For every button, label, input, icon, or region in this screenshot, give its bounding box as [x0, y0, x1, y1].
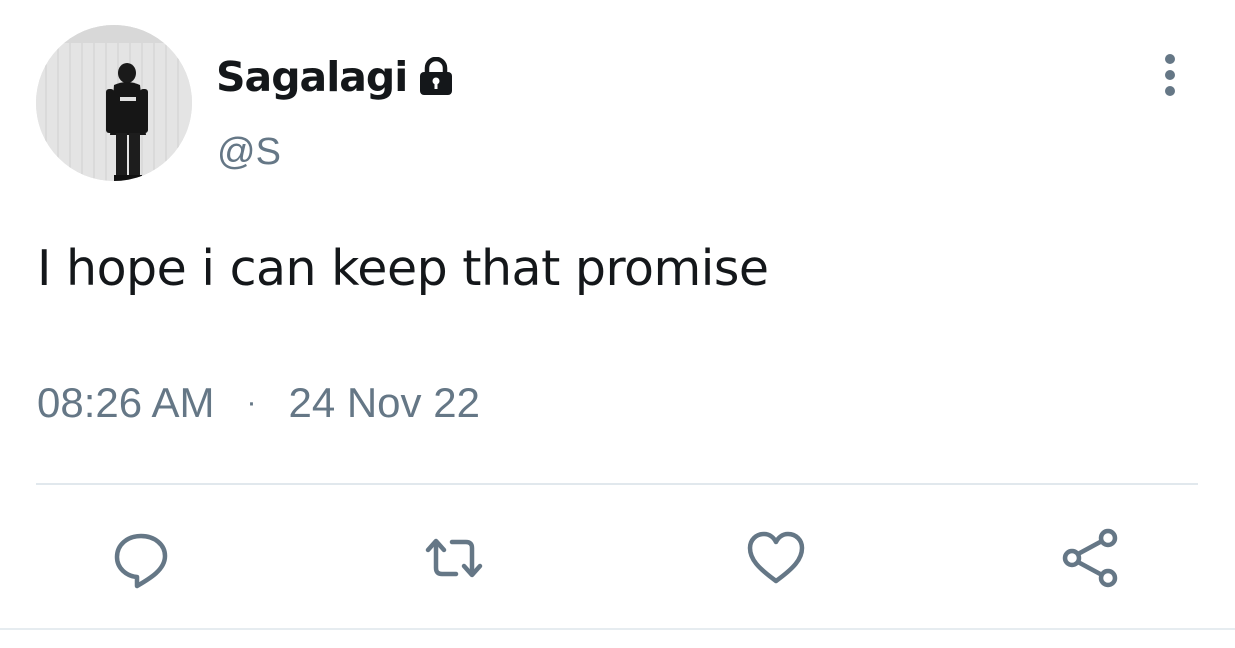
heart-icon[interactable]: [744, 526, 808, 590]
lock-icon: [420, 57, 453, 95]
tweet-text: I hope i can keep that promise: [37, 240, 769, 297]
more-options-icon[interactable]: [1150, 50, 1190, 100]
author-name-row[interactable]: Sagalagi: [216, 49, 455, 105]
tweet-card: Sagalagi @S I hope i can keep that promi…: [0, 0, 1235, 648]
retweet-icon[interactable]: [422, 526, 486, 590]
bottom-border: [0, 628, 1235, 630]
tweet-time: 08:26 AM: [37, 379, 215, 426]
tweet-date: 24 Nov 22: [288, 379, 480, 426]
user-handle[interactable]: @S: [217, 130, 281, 174]
share-icon[interactable]: [1058, 526, 1122, 590]
avatar[interactable]: [36, 25, 192, 181]
avatar-photo: [36, 25, 192, 181]
divider: [36, 483, 1198, 485]
tweet-timestamp[interactable]: 08:26 AM · 24 Nov 22: [37, 378, 480, 428]
reply-icon[interactable]: [109, 526, 173, 590]
display-name[interactable]: Sagalagi: [216, 49, 408, 105]
meta-separator: ·: [246, 386, 257, 419]
